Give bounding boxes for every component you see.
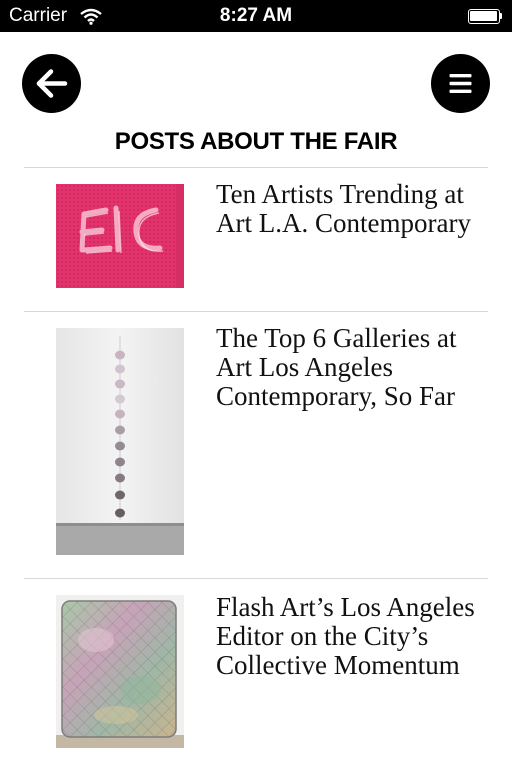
post-thumbnail	[56, 184, 184, 288]
menu-button[interactable]	[431, 54, 490, 113]
post-item[interactable]: Ten Artists Trending at Art L.A. Contemp…	[24, 168, 488, 311]
back-button[interactable]	[22, 54, 81, 113]
post-item[interactable]: The Top 6 Galleries at Art Los Angeles C…	[24, 312, 488, 578]
page-title: POSTS ABOUT THE FAIR	[114, 128, 398, 155]
clock: 8:27 AM	[219, 5, 293, 26]
post-title[interactable]: Ten Artists Trending at Art L.A. Contemp…	[216, 180, 476, 238]
battery-icon	[468, 9, 502, 24]
status-bar: Carrier 8:27 AM	[0, 0, 512, 32]
post-title[interactable]: The Top 6 Galleries at Art Los Angeles C…	[216, 324, 476, 411]
post-thumbnail	[56, 328, 184, 555]
post-thumbnail	[56, 595, 184, 748]
post-title[interactable]: Flash Art’s Los Angeles Editor on the Ci…	[216, 593, 476, 680]
post-item[interactable]: Flash Art’s Los Angeles Editor on the Ci…	[24, 579, 488, 768]
